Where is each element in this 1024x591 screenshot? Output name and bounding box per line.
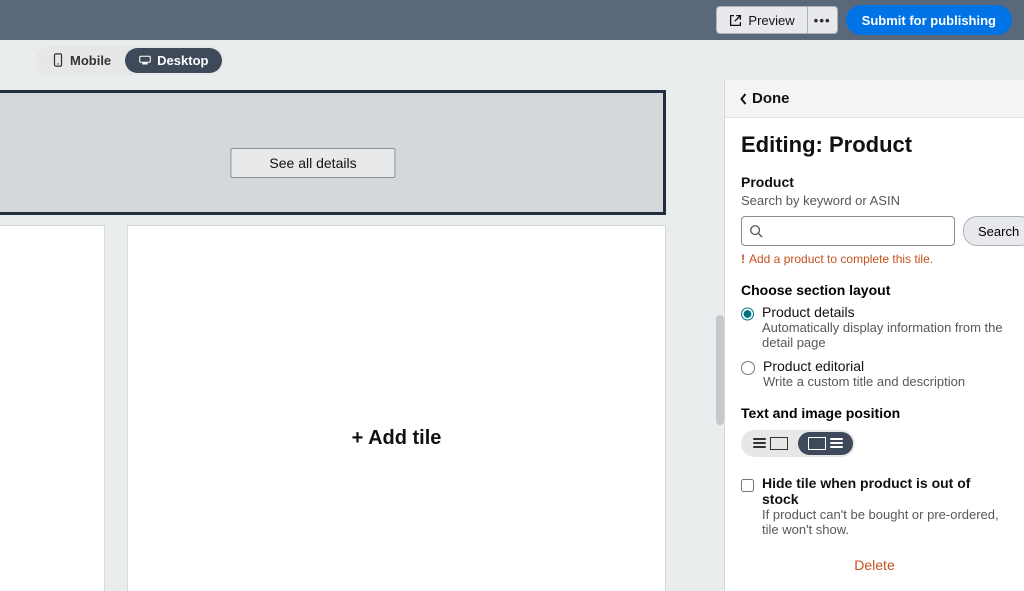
done-bar: Done	[725, 80, 1024, 118]
radio-product-editorial-input[interactable]	[741, 361, 755, 375]
radio-product-details[interactable]: Product details Automatically display in…	[741, 304, 1008, 350]
tab-desktop[interactable]: Desktop	[125, 48, 222, 73]
delete-button[interactable]: Delete	[741, 557, 1008, 573]
hide-label: Hide tile when product is out of stock	[762, 475, 1008, 507]
done-button[interactable]: Done	[739, 90, 790, 107]
hide-desc: If product can't be bought or pre-ordere…	[762, 507, 1008, 537]
error-message: Add a product to complete this tile.	[741, 252, 1008, 266]
see-all-details-button[interactable]: See all details	[230, 148, 395, 178]
top-header: Preview ••• Submit for publishing	[0, 0, 1024, 40]
radio-product-details-label: Product details	[762, 304, 1008, 320]
canvas: See all details + Add tile	[0, 80, 724, 591]
done-label: Done	[752, 90, 790, 107]
scrollbar-thumb[interactable]	[716, 315, 724, 425]
ellipsis-icon: •••	[814, 13, 831, 28]
chevron-left-icon	[739, 93, 748, 105]
hide-checkbox[interactable]	[741, 478, 754, 493]
search-input-wrap	[741, 216, 955, 246]
position-text-left[interactable]	[743, 432, 798, 455]
product-label: Product	[741, 174, 1008, 190]
search-icon	[749, 224, 763, 238]
mobile-icon	[52, 53, 64, 67]
error-text: Add a product to complete this tile.	[749, 252, 933, 266]
tile-row: + Add tile	[0, 225, 666, 591]
radio-product-details-desc: Automatically display information from t…	[762, 320, 1008, 350]
text-lines-icon	[830, 438, 843, 448]
side-panel: Done Editing: Product Product Search by …	[724, 80, 1024, 591]
position-image-left[interactable]	[798, 432, 853, 455]
product-search-input[interactable]	[741, 216, 955, 246]
preview-button-group: Preview •••	[716, 6, 837, 34]
position-toggle	[741, 430, 855, 457]
radio-product-editorial-label: Product editorial	[763, 358, 965, 374]
hide-out-of-stock[interactable]: Hide tile when product is out of stock I…	[741, 475, 1008, 537]
more-button[interactable]: •••	[808, 6, 838, 34]
product-help: Search by keyword or ASIN	[741, 193, 1008, 208]
device-toggle: Mobile Desktop	[36, 46, 224, 75]
image-box-icon	[770, 437, 788, 450]
submit-button[interactable]: Submit for publishing	[846, 5, 1012, 35]
radio-product-editorial[interactable]: Product editorial Write a custom title a…	[741, 358, 1008, 389]
image-box-icon	[808, 437, 826, 450]
search-button[interactable]: Search	[963, 216, 1024, 246]
panel-body: Editing: Product Product Search by keywo…	[725, 118, 1024, 591]
position-heading: Text and image position	[741, 405, 1008, 421]
panel-title: Editing: Product	[741, 132, 1008, 158]
tab-desktop-label: Desktop	[157, 53, 208, 68]
layout-radio-group: Product details Automatically display in…	[741, 304, 1008, 389]
text-lines-icon	[753, 438, 766, 448]
search-row: Search	[741, 216, 1008, 246]
radio-product-editorial-desc: Write a custom title and description	[763, 374, 965, 389]
tab-mobile[interactable]: Mobile	[38, 48, 125, 73]
main: See all details + Add tile Done Editing:…	[0, 80, 1024, 591]
selected-tile-frame[interactable]: See all details	[0, 90, 666, 215]
tile-placeholder[interactable]	[0, 225, 105, 591]
device-tab-bar: Mobile Desktop	[0, 40, 1024, 80]
section-layout-heading: Choose section layout	[741, 282, 1008, 298]
canvas-inner: See all details + Add tile	[0, 80, 724, 591]
add-tile-button[interactable]: + Add tile	[127, 225, 666, 591]
preview-button[interactable]: Preview	[716, 6, 807, 34]
preview-label: Preview	[748, 13, 794, 28]
desktop-icon	[139, 53, 151, 67]
external-link-icon	[729, 14, 742, 27]
radio-product-details-input[interactable]	[741, 307, 754, 321]
tab-mobile-label: Mobile	[70, 53, 111, 68]
add-tile-label: + Add tile	[352, 427, 442, 450]
